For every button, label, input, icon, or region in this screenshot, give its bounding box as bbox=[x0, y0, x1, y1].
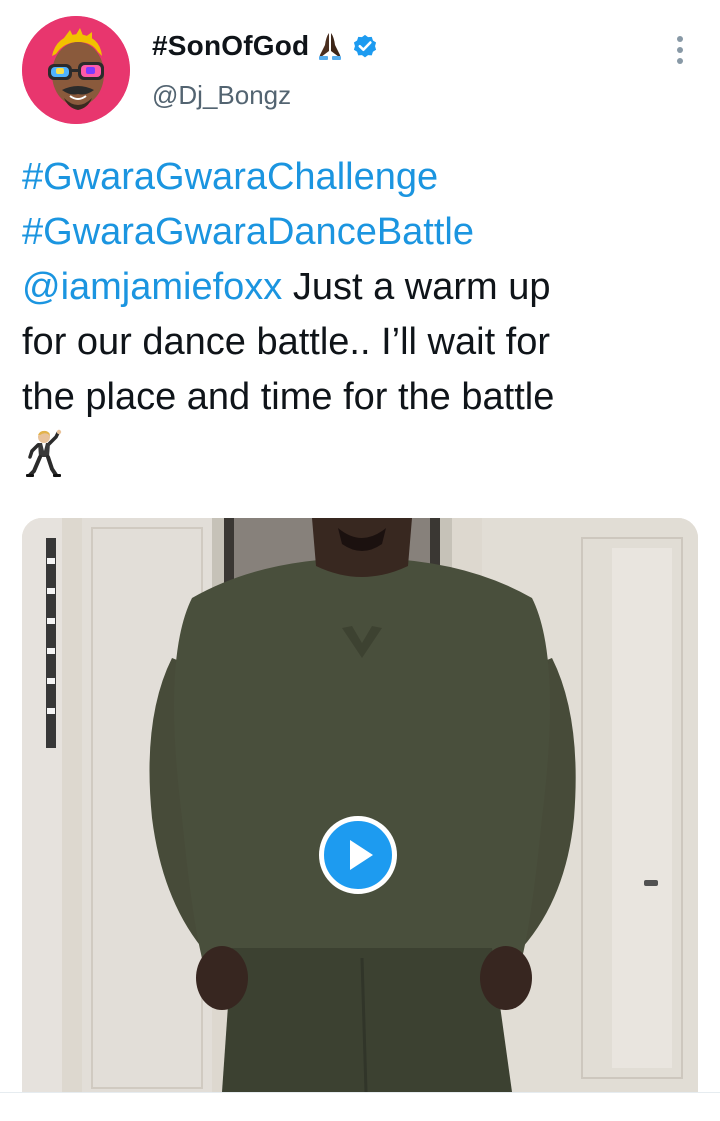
man-dancing-icon bbox=[22, 429, 68, 479]
more-vertical-icon[interactable] bbox=[664, 30, 696, 70]
hashtag-link[interactable]: #GwaraGwaraChallenge bbox=[22, 150, 702, 205]
tweet-card[interactable]: #SonOfGod @Dj_Bongz #GwaraGwaraChallenge… bbox=[0, 0, 720, 1121]
tweet-text: #GwaraGwaraChallenge #GwaraGwaraDanceBat… bbox=[22, 150, 702, 479]
more-dot bbox=[677, 47, 683, 53]
more-dot bbox=[677, 36, 683, 42]
tweet-text-line: the place and time for the battle bbox=[22, 376, 555, 418]
author-handle[interactable]: @Dj_Bongz bbox=[152, 80, 291, 111]
folded-hands-icon bbox=[317, 31, 343, 61]
author-display-name[interactable]: #SonOfGod bbox=[152, 30, 309, 62]
tweet-text-fragment: Just a warm up bbox=[282, 266, 551, 308]
play-icon bbox=[350, 840, 373, 870]
hashtag-link[interactable]: #GwaraGwaraDanceBattle bbox=[22, 205, 702, 260]
verified-badge-icon bbox=[351, 32, 379, 60]
play-button[interactable] bbox=[319, 816, 397, 894]
tweet-text-line: for our dance battle.. I’ll wait for bbox=[22, 321, 551, 363]
avatar[interactable] bbox=[22, 16, 130, 124]
mention-link[interactable]: @iamjamiefoxx bbox=[22, 266, 282, 308]
video-thumbnail[interactable] bbox=[22, 518, 698, 1092]
cartoon-avatar-icon bbox=[22, 16, 130, 124]
video-frame bbox=[22, 518, 698, 1092]
author-name-row[interactable]: #SonOfGod bbox=[152, 26, 379, 66]
divider bbox=[0, 1092, 720, 1093]
tweet-text-line: @iamjamiefoxx Just a warm up bbox=[22, 260, 702, 315]
more-dot bbox=[677, 58, 683, 64]
